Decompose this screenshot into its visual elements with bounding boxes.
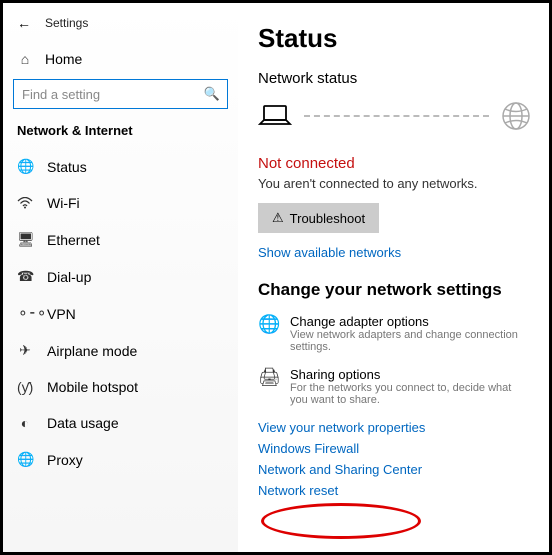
network-status-heading: Network status: [258, 70, 531, 87]
home-label: Home: [45, 51, 82, 67]
status-icon: 🌐: [17, 158, 33, 175]
dialup-icon: ☎: [17, 268, 33, 285]
sidebar-item-home[interactable]: ⌂ Home: [3, 41, 238, 79]
sidebar-item-proxy[interactable]: 🌐 Proxy: [3, 441, 238, 478]
sidebar-item-label: Mobile hotspot: [47, 379, 138, 395]
network-diagram: [258, 101, 531, 131]
sharing-icon: 🖨: [258, 367, 278, 406]
search-icon: 🔍: [204, 86, 220, 102]
sidebar: ← Settings ⌂ Home 🔍 Network & Internet 🌐…: [3, 3, 238, 552]
vpn-icon: ⚬⁃⚬: [17, 305, 33, 322]
link-properties[interactable]: View your network properties: [258, 420, 531, 435]
hotspot-icon: (ƴ): [17, 379, 33, 395]
sidebar-item-vpn[interactable]: ⚬⁃⚬ VPN: [3, 295, 238, 332]
wifi-icon: [17, 197, 33, 209]
sidebar-item-dialup[interactable]: ☎ Dial-up: [3, 258, 238, 295]
sidebar-item-label: Wi-Fi: [47, 195, 80, 211]
sidebar-item-ethernet[interactable]: 🖥 Ethernet: [3, 221, 238, 258]
sidebar-item-airplane[interactable]: ✈ Airplane mode: [3, 332, 238, 369]
link-firewall[interactable]: Windows Firewall: [258, 441, 531, 456]
option-title: Sharing options: [290, 367, 531, 382]
ethernet-icon: 🖥: [17, 231, 33, 248]
option-adapter[interactable]: 🌐 Change adapter options View network ad…: [258, 314, 531, 353]
change-settings-heading: Change your network settings: [258, 280, 531, 300]
back-icon[interactable]: ←: [17, 15, 31, 31]
globe-icon: [501, 101, 531, 131]
laptop-icon: [258, 104, 292, 128]
link-sharing-center[interactable]: Network and Sharing Center: [258, 462, 531, 477]
troubleshoot-label: Troubleshoot: [290, 211, 365, 226]
show-networks-link[interactable]: Show available networks: [258, 245, 531, 260]
troubleshoot-button[interactable]: ⚠ Troubleshoot: [258, 203, 379, 233]
option-sharing[interactable]: 🖨 Sharing options For the networks you c…: [258, 367, 531, 406]
app-title: Settings: [45, 16, 88, 30]
airplane-icon: ✈: [17, 342, 33, 359]
nav-list: 🌐Status Wi-Fi 🖥Ethernet ☎Dial-up ⚬⁃⚬VPN …: [3, 148, 238, 478]
sidebar-item-status[interactable]: 🌐 Status: [3, 148, 238, 185]
sidebar-item-wifi[interactable]: Wi-Fi: [3, 185, 238, 221]
data-icon: ◐: [17, 415, 33, 431]
search-container: 🔍: [13, 79, 228, 109]
titlebar: ← Settings: [3, 11, 238, 41]
proxy-icon: 🌐: [17, 451, 33, 468]
sidebar-item-label: VPN: [47, 306, 76, 322]
page-title: Status: [258, 23, 531, 54]
sidebar-item-label: Airplane mode: [47, 343, 137, 359]
link-network-reset[interactable]: Network reset: [258, 483, 531, 498]
main-content: Status Network status Not connected You …: [238, 3, 549, 552]
search-input[interactable]: [13, 79, 228, 109]
sidebar-item-data[interactable]: ◐ Data usage: [3, 405, 238, 441]
sidebar-item-label: Proxy: [47, 452, 83, 468]
home-icon: ⌂: [17, 51, 33, 67]
warning-icon: ⚠: [272, 210, 284, 226]
option-desc: For the networks you connect to, decide …: [290, 382, 531, 406]
option-title: Change adapter options: [290, 314, 531, 329]
connection-line: [304, 115, 489, 117]
adapter-icon: 🌐: [258, 314, 278, 353]
sidebar-item-label: Dial-up: [47, 269, 91, 285]
sidebar-item-label: Ethernet: [47, 232, 100, 248]
connection-sub: You aren't connected to any networks.: [258, 176, 531, 191]
sidebar-item-label: Status: [47, 159, 87, 175]
sidebar-item-hotspot[interactable]: (ƴ) Mobile hotspot: [3, 369, 238, 405]
sidebar-item-label: Data usage: [47, 415, 119, 431]
connection-status: Not connected: [258, 155, 531, 172]
option-desc: View network adapters and change connect…: [290, 329, 531, 353]
section-header: Network & Internet: [3, 123, 238, 148]
